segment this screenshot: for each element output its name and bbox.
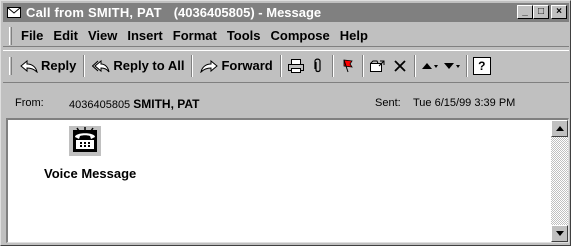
envelope-icon <box>7 6 23 20</box>
paperclip-icon <box>309 57 327 75</box>
standard-toolbar: Reply Reply to All Forward ? <box>3 50 569 80</box>
toolbar-separator <box>279 54 282 77</box>
reply-all-button[interactable]: Reply to All <box>88 54 188 78</box>
toolbar-separator <box>331 54 334 77</box>
menu-bar: File Edit View Insert Format Tools Compo… <box>3 25 569 47</box>
maximize-button[interactable]: □ <box>533 5 549 19</box>
move-to-folder-icon <box>369 57 387 75</box>
print-button[interactable] <box>285 54 307 78</box>
reply-button[interactable]: Reply <box>16 54 80 78</box>
arrow-up-icon <box>555 126 564 131</box>
title-bar[interactable]: Call from SMITH, PAT (4036405805) - Mess… <box>3 3 569 22</box>
scroll-down-button[interactable] <box>551 225 568 242</box>
menu-help[interactable]: Help <box>335 28 373 43</box>
help-icon: ? <box>472 56 491 75</box>
sent-value: Tue 6/15/99 3:39 PM <box>413 97 516 109</box>
next-item-icon <box>443 57 461 75</box>
minimize-icon: _ <box>522 6 528 17</box>
from-name: SMITH, PAT <box>133 97 200 111</box>
reply-icon <box>20 57 38 75</box>
from-label: From: <box>15 97 44 109</box>
menu-view[interactable]: View <box>83 28 122 43</box>
window-controls: _ □ × <box>517 5 567 19</box>
scroll-up-button[interactable] <box>551 120 568 137</box>
reply-label: Reply <box>41 58 77 73</box>
close-button[interactable]: × <box>551 5 567 19</box>
sent-label: Sent: <box>375 97 401 109</box>
from-number: 4036405805 <box>69 99 131 111</box>
title-prefix: Call from <box>26 5 88 20</box>
telephone-icon <box>69 126 101 156</box>
toolbar-separator <box>83 54 86 77</box>
delete-icon <box>391 57 409 75</box>
attach-button[interactable] <box>307 54 329 78</box>
toolbar-separator <box>361 54 364 77</box>
toolbar-separator <box>413 54 416 77</box>
close-icon: × <box>556 6 562 17</box>
message-window: Call from SMITH, PAT (4036405805) - Mess… <box>0 0 571 246</box>
title-suffix: - Message <box>254 5 322 20</box>
maximize-icon: □ <box>537 6 545 17</box>
previous-item-button[interactable] <box>419 54 441 78</box>
message-header: From: 4036405805 SMITH, PAT Sent: Tue 6/… <box>3 82 569 120</box>
voice-message-attachment[interactable]: Voice Message <box>30 126 140 181</box>
menu-tools[interactable]: Tools <box>222 28 266 43</box>
title-caller-number: (4036405805) <box>173 5 255 20</box>
toolbar-separator <box>465 54 468 77</box>
previous-item-icon <box>421 57 439 75</box>
move-to-folder-button[interactable] <box>367 54 389 78</box>
forward-label: Forward <box>221 58 273 73</box>
flag-icon <box>339 57 357 75</box>
title-caller-name: SMITH, PAT <box>87 5 162 20</box>
arrow-down-icon <box>555 231 564 236</box>
minimize-button[interactable]: _ <box>517 5 533 19</box>
reply-all-icon <box>92 57 110 75</box>
flag-button[interactable] <box>337 54 359 78</box>
reply-all-label: Reply to All <box>113 58 185 73</box>
message-body[interactable]: Voice Message <box>6 118 569 243</box>
from-value: 4036405805 SMITH, PAT <box>69 97 199 111</box>
menu-edit[interactable]: Edit <box>48 28 83 43</box>
menu-file[interactable]: File <box>16 28 48 43</box>
menu-grip[interactable] <box>9 26 12 45</box>
vertical-scrollbar[interactable] <box>551 120 568 242</box>
delete-button[interactable] <box>389 54 411 78</box>
forward-icon <box>200 57 219 75</box>
help-button[interactable]: ? <box>471 54 493 78</box>
menu-insert[interactable]: Insert <box>122 28 167 43</box>
printer-icon <box>287 57 305 75</box>
menu-format[interactable]: Format <box>168 28 222 43</box>
forward-button[interactable]: Forward <box>196 54 276 78</box>
menu-compose[interactable]: Compose <box>266 28 335 43</box>
next-item-button[interactable] <box>441 54 463 78</box>
voice-message-label: Voice Message <box>44 166 137 181</box>
toolbar-grip[interactable] <box>9 56 12 75</box>
toolbar-separator <box>191 54 194 77</box>
